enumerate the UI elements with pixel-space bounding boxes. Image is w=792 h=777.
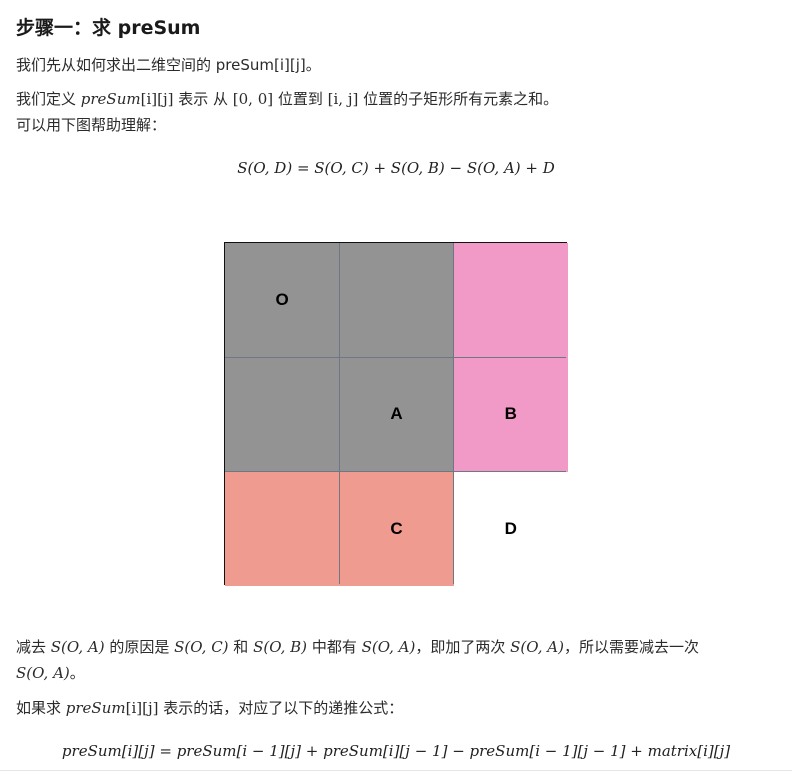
divider [0, 770, 792, 771]
matrix-diagram: O A B C D [224, 242, 568, 586]
cell-top-right [453, 243, 568, 358]
definition-text-2: 表示 从 [173, 90, 233, 108]
diagram-caption: 可以用下图帮助理解： [16, 116, 167, 134]
cell-b: B [453, 357, 568, 472]
recurrence-text-2: 表示的话，对应了以下的递推公式： [158, 699, 404, 717]
definition-text-3: 位置到 [273, 90, 328, 108]
explanation-text-4: 中都有 [307, 638, 362, 656]
cell-bottom-left [225, 471, 340, 586]
cell-d: D [453, 471, 568, 586]
explanation-text-7: 。 [69, 664, 85, 682]
cell-o: O [225, 243, 340, 358]
term-s-o-a: S(O, A) [50, 638, 105, 656]
recurrence-formula: preSum[i][j] = preSum[i − 1][j] + preSum… [61, 742, 731, 760]
explanation-paragraph: 减去 S(O, A) 的原因是 S(O, C) 和 S(O, B) 中都有 S(… [16, 636, 699, 658]
definition-text-1: 我们定义 [16, 90, 81, 108]
grid-line-horizontal-1 [225, 356, 566, 358]
explanation-text-5: ，即加了两次 [415, 638, 511, 656]
explanation-text-3: 和 [228, 638, 254, 656]
explanation-text-2: 的原因是 [104, 638, 175, 656]
cell-top-middle [339, 243, 454, 358]
section-heading: 步骤一：求 preSum [16, 17, 201, 39]
definition-text-4: 位置的子矩形所有元素之和。 [358, 90, 559, 108]
term-s-o-c: S(O, C) [174, 638, 229, 656]
cell-middle-left [225, 357, 340, 472]
presum-index: [i][j] [140, 90, 174, 108]
presum-variable-2: preSum [65, 699, 126, 717]
grid-line-vertical-2 [453, 243, 455, 584]
explanation-text-1: 减去 [16, 638, 51, 656]
grid-line-horizontal-2 [225, 471, 566, 473]
grid-line-vertical-1 [338, 243, 340, 584]
term-s-o-a-4: S(O, A) [16, 664, 70, 682]
term-s-o-a-3: S(O, A) [510, 638, 564, 656]
cell-a: A [339, 357, 454, 472]
presum-variable: preSum [80, 90, 141, 108]
recurrence-intro: 如果求 preSum[i][j] 表示的话，对应了以下的递推公式： [16, 697, 403, 719]
recurrence-text-1: 如果求 [16, 699, 66, 717]
presum-index-2: [i][j] [125, 699, 159, 717]
term-s-o-b: S(O, B) [253, 638, 308, 656]
explanation-text-6: ，所以需要减去一次 [563, 638, 699, 656]
area-formula: S(O, D) = S(O, C) + S(O, B) − S(O, A) + … [237, 159, 555, 177]
term-s-o-a-2: S(O, A) [361, 638, 416, 656]
article: 步骤一：求 preSum 我们先从如何求出二维空间的 preSum[i][j]。… [0, 0, 792, 777]
range-end: [i, j] [327, 90, 359, 108]
definition-paragraph: 我们定义 preSum[i][j] 表示 从 [0, 0] 位置到 [i, j]… [16, 88, 558, 110]
range-start: [0, 0] [232, 90, 274, 108]
intro-paragraph: 我们先从如何求出二维空间的 preSum[i][j]。 [16, 56, 321, 74]
explanation-paragraph-continued: S(O, A)。 [16, 662, 85, 684]
cell-c: C [339, 471, 454, 586]
